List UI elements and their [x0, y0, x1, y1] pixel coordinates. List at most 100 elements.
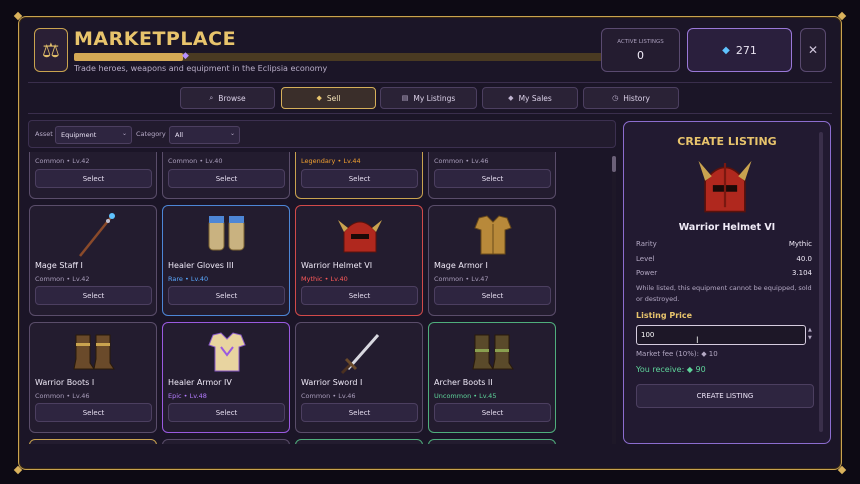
card-meta: Common • Lv.40 [168, 157, 223, 165]
power-label: Power [636, 269, 658, 277]
selected-item-name: Warrior Helmet VI [678, 222, 776, 233]
search-icon: ⌕ [209, 93, 214, 102]
grid-scrollbar-thumb[interactable] [612, 156, 616, 172]
equipment-card[interactable] [29, 439, 157, 444]
card-name: Warrior Sword I [301, 378, 363, 387]
tab-label: My Sales [518, 93, 552, 103]
category-select[interactable]: All ⌄ [169, 126, 240, 144]
equipment-card[interactable]: Healer Armor IV Epic • Lv.48 Select [162, 322, 290, 433]
page-title: MARKETPLACE [74, 28, 237, 50]
equipment-card[interactable]: Mage Armor I Common • Lv.47 Select [428, 205, 556, 316]
rarity-label: Rarity [636, 240, 657, 248]
equipment-card[interactable]: Common • Lv.42 Select [29, 152, 157, 199]
create-listing-button[interactable]: CREATE LISTING [636, 384, 814, 408]
asset-select-value: Equipment [61, 131, 97, 139]
category-select-value: All [175, 131, 184, 139]
panel-scrollbar[interactable] [819, 132, 823, 432]
gloves-icon [208, 216, 245, 251]
text-cursor-icon: I [696, 336, 699, 346]
tab-label: My Listings [413, 93, 456, 103]
gem-icon: ◆ [722, 44, 730, 56]
armor-icon [208, 332, 246, 372]
equipment-card[interactable]: Warrior Boots I Common • Lv.46 Select [29, 322, 157, 433]
tab-label: History [623, 93, 650, 103]
tab-my-listings[interactable]: ▤ My Listings [380, 87, 477, 109]
close-icon: ✕ [807, 43, 819, 57]
card-meta: Epic • Lv.48 [168, 392, 207, 400]
equipment-card[interactable] [162, 439, 290, 444]
clock-icon: ◷ [612, 94, 619, 102]
active-listings-label: ACTIVE LISTINGS [617, 39, 664, 45]
select-button[interactable]: Select [168, 403, 285, 422]
equipment-card[interactable]: Warrior Sword I Common • Lv.46 Select [295, 322, 423, 433]
tab-history[interactable]: ◷ History [583, 87, 679, 109]
equipment-card[interactable]: Mage Staff I Common • Lv.42 Select [29, 205, 157, 316]
card-name: Mage Staff I [35, 261, 83, 270]
equipment-card[interactable]: Warrior Helmet VI Mythic • Lv.40 Select [295, 205, 423, 316]
title-progress-bar: ◆ [74, 51, 620, 61]
level-label: Level [636, 255, 655, 263]
equipment-card[interactable]: Common • Lv.46 Select [428, 152, 556, 199]
select-button[interactable]: Select [301, 286, 418, 305]
gem-balance: ◆ 271 [687, 28, 792, 72]
card-name: Mage Armor I [434, 261, 488, 270]
card-meta: Common • Lv.47 [434, 275, 489, 283]
helmet-icon [338, 220, 382, 253]
equipment-card[interactable]: Legendary • Lv.44 Select [295, 152, 423, 199]
rarity-value: Mythic [788, 240, 812, 248]
asset-filter-label: Asset [35, 130, 53, 138]
select-button[interactable]: Select [35, 286, 152, 305]
select-button[interactable]: Select [35, 169, 152, 188]
filter-bar: Asset Equipment ⌄ Category All ⌄ [28, 120, 616, 148]
select-button[interactable]: Select [434, 403, 551, 422]
tab-my-sales[interactable]: ◆ My Sales [482, 87, 578, 109]
equipment-card[interactable]: Archer Boots II Uncommon • Lv.45 Select [428, 322, 556, 433]
level-value: 40.0 [796, 255, 812, 263]
select-button[interactable]: Select [434, 169, 551, 188]
equipment-card[interactable] [295, 439, 423, 444]
listing-price-input[interactable]: 100 [636, 325, 806, 345]
boots-icon [472, 334, 514, 370]
card-name: Warrior Boots I [35, 378, 95, 387]
equipment-card[interactable]: Common • Lv.40 Select [162, 152, 290, 199]
tab-browse[interactable]: ⌕ Browse [180, 87, 275, 109]
equipment-grid: Common • Lv.42 Select Common • Lv.40 Sel… [28, 152, 608, 444]
active-listings-box: ACTIVE LISTINGS 0 [601, 28, 680, 72]
select-button[interactable]: Select [301, 169, 418, 188]
select-button[interactable]: Select [301, 403, 418, 422]
select-button[interactable]: Select [168, 286, 285, 305]
card-name: Archer Boots II [434, 378, 493, 387]
gem-marker-icon: ◆ [182, 51, 189, 61]
listing-price-label: Listing Price [636, 311, 693, 320]
card-meta: Mythic • Lv.40 [301, 275, 348, 283]
diamond-icon: ◆ [508, 94, 514, 102]
listing-note: While listed, this equipment cannot be e… [636, 284, 812, 303]
card-meta: Common • Lv.46 [301, 392, 356, 400]
card-name: Healer Gloves III [168, 261, 234, 270]
card-meta: Common • Lv.42 [35, 157, 90, 165]
select-button[interactable]: Select [434, 286, 551, 305]
select-button[interactable]: Select [168, 169, 285, 188]
card-meta: Legendary • Lv.44 [301, 157, 361, 165]
market-fee-text: Market fee (10%): ◆ 10 [636, 350, 718, 358]
price-stepper[interactable]: ▲ ▼ [808, 326, 812, 342]
grid-scrollbar[interactable] [612, 156, 616, 444]
chevron-down-icon: ⌄ [121, 130, 127, 137]
sword-icon [340, 334, 380, 375]
page-subtitle: Trade heroes, weapons and equipment in t… [74, 64, 328, 73]
asset-select[interactable]: Equipment ⌄ [55, 126, 132, 144]
scales-icon: ⚖ [34, 28, 68, 72]
staff-icon [79, 213, 115, 257]
power-value: 3.104 [791, 269, 812, 277]
card-name: Warrior Helmet VI [301, 261, 373, 270]
tab-sell[interactable]: ◆ Sell [281, 87, 376, 109]
equipment-card[interactable]: Healer Gloves III Rare • Lv.40 Select [162, 205, 290, 316]
card-name: Healer Armor IV [168, 378, 232, 387]
you-receive-text: You receive: ◆ 90 [636, 365, 706, 374]
close-button[interactable]: ✕ [800, 28, 826, 72]
select-button[interactable]: Select [35, 403, 152, 422]
equipment-card[interactable] [428, 439, 556, 444]
helmet-icon [698, 160, 752, 213]
header: ⚖ MARKETPLACE ◆ Trade heroes, weapons an… [26, 22, 834, 78]
category-filter-label: Category [136, 130, 166, 138]
